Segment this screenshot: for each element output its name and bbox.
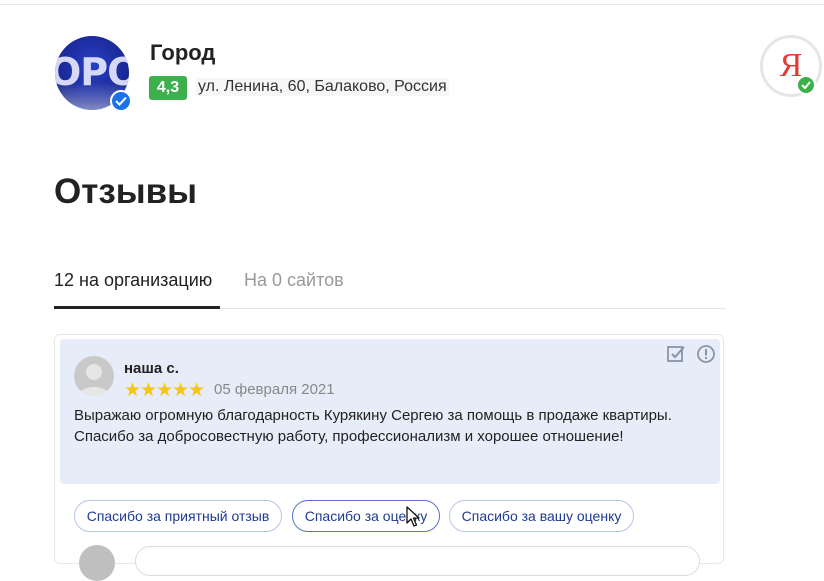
owner-avatar	[79, 545, 115, 581]
top-divider	[0, 4, 824, 5]
rating-stars: ★★★★★	[124, 380, 205, 401]
user-silhouette-icon	[78, 364, 110, 396]
tab-site-reviews[interactable]: На 0 сайтов	[244, 270, 344, 291]
account-verified-icon	[796, 75, 816, 95]
reply-suggestion-button[interactable]: Спасибо за вашу оценку	[449, 500, 634, 532]
alert-icon[interactable]	[696, 344, 716, 364]
tab-organization-reviews[interactable]: 12 на организацию	[54, 270, 212, 291]
organization-address: ул. Ленина, 60, Балаково, Россия	[196, 78, 449, 96]
reviewer-avatar	[74, 356, 114, 396]
rating-badge: 4,3	[149, 76, 187, 100]
reply-suggestion-button[interactable]: Спасибо за приятный отзыв	[74, 500, 282, 532]
organization-avatar[interactable]: ОРО	[55, 36, 132, 112]
mouse-cursor-icon	[406, 506, 420, 528]
reviewer-name: наша с.	[124, 360, 179, 377]
verified-check-icon	[110, 90, 132, 112]
edit-check-icon[interactable]	[666, 344, 686, 364]
organization-name[interactable]: Город	[150, 40, 215, 66]
page-title: Отзывы	[54, 172, 198, 211]
review-date: 05 февраля 2021	[214, 381, 335, 398]
active-tab-indicator	[54, 306, 220, 309]
review-text: Выражаю огромную благодарность Курякину …	[74, 407, 672, 445]
